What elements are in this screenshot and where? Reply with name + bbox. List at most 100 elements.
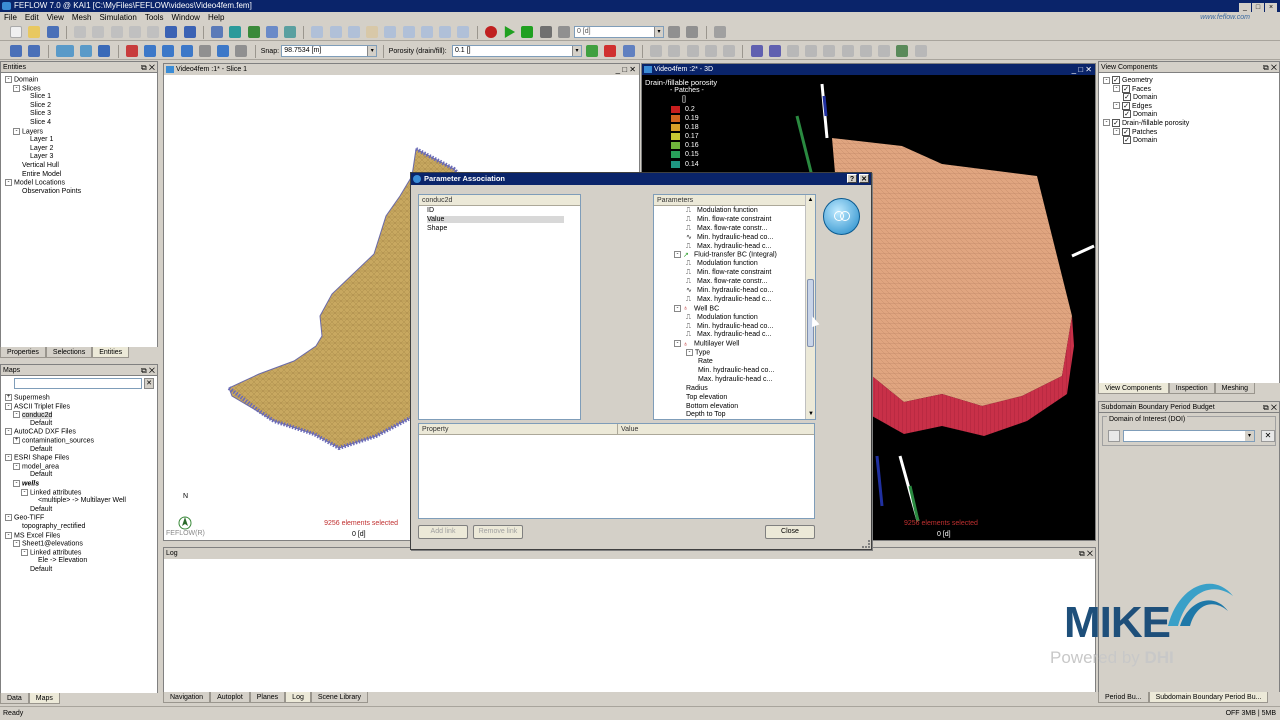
skip-end-icon[interactable] [686, 26, 699, 38]
parameter-item[interactable]: Bottom elevation [654, 403, 815, 412]
menu-tools[interactable]: Tools [141, 12, 168, 24]
view-components-tab-0[interactable]: View Components [1098, 383, 1169, 394]
slice-view-controls[interactable]: _ □ ✕ [616, 64, 636, 75]
parameter-item[interactable]: ⎍ Min. flow-rate constraint [654, 269, 815, 278]
refresh-icon[interactable] [283, 26, 296, 38]
parameter-item[interactable]: ⎍ Max. hydraulic-head c... [654, 243, 815, 252]
expander-icon[interactable]: + [13, 436, 20, 444]
expander-icon[interactable]: - [1103, 76, 1110, 84]
expander-icon[interactable]: - [1113, 102, 1120, 110]
parameter-item[interactable]: ⎍ Max. hydraulic-head c... [654, 296, 815, 305]
expander-icon[interactable]: - [21, 488, 28, 496]
entity-tree-item[interactable]: Slice 3 [5, 110, 157, 119]
invert-icon[interactable] [235, 45, 248, 57]
grid-select-icon[interactable] [144, 45, 157, 57]
deselect-icon[interactable] [28, 45, 41, 57]
map-tree-item[interactable]: - Linked attributes [5, 488, 157, 498]
brush-icon[interactable] [217, 45, 230, 57]
map-tree-item[interactable]: - ESRI Shape Files [5, 454, 157, 463]
bottom-tab-4[interactable]: Scene Library [310, 692, 369, 703]
expander-icon[interactable]: - [1113, 85, 1120, 93]
source-attribute-item[interactable]: ID [419, 207, 580, 216]
view-component-item[interactable]: - ✓ Patches [1103, 127, 1279, 137]
panel-controls[interactable]: ⧉ ✕ [1263, 402, 1277, 413]
close-button[interactable]: Close [765, 525, 815, 539]
feature-e-icon[interactable] [823, 45, 836, 57]
tools-icon[interactable] [713, 26, 726, 38]
entity-tree-item[interactable]: Layer 2 [5, 145, 157, 154]
parameter-item[interactable]: ⎍ Max. hydraulic-head c... [654, 331, 815, 340]
map-tree-item[interactable]: - model_area [5, 462, 157, 472]
expander-icon[interactable]: - [21, 548, 28, 556]
visibility-checkbox[interactable]: ✓ [1122, 84, 1130, 93]
pause-icon[interactable] [521, 26, 534, 38]
menu-file[interactable]: File [0, 12, 21, 24]
entity-tree-item[interactable]: - Domain [5, 76, 157, 85]
expander-icon[interactable]: - [13, 479, 20, 487]
parameters-list[interactable]: Parameters ⎍ Modulation function ⎍ Min. flo… [653, 194, 816, 420]
entity-tree-item[interactable]: Layer 1 [5, 136, 157, 145]
clear-filter-icon[interactable]: ✕ [144, 378, 154, 389]
visibility-checkbox[interactable]: ✓ [1122, 127, 1130, 136]
map-tree-item[interactable]: <multiple> -> Multilayer Well [5, 497, 157, 506]
export-icon[interactable] [147, 26, 160, 38]
visibility-checkbox[interactable]: ✓ [1122, 101, 1130, 110]
expander-icon[interactable]: - [674, 304, 681, 312]
scroll-thumb[interactable] [807, 279, 814, 347]
menu-window[interactable]: Window [168, 12, 204, 24]
expander-icon[interactable]: - [674, 340, 681, 348]
selection-mode-icon[interactable] [80, 45, 93, 57]
source-attribute-item[interactable]: Value [419, 215, 580, 225]
entities-tab-2[interactable]: Entities [92, 347, 130, 358]
parameter-value-combo[interactable]: 0.1 [] ▾ [451, 45, 582, 57]
add-link-button[interactable]: Add link [418, 525, 468, 539]
bottom-tab-3[interactable]: Log [285, 692, 311, 703]
record-icon[interactable] [484, 26, 497, 38]
parameter-item[interactable]: - Type [654, 349, 815, 358]
parameter-item[interactable]: Top elevation [654, 394, 815, 403]
view-component-item[interactable]: - ✓ Drain-/fillable porosity [1103, 118, 1279, 128]
panel-controls[interactable]: ⧉ ✕ [141, 62, 155, 73]
map-tree-item[interactable]: Default [5, 446, 157, 455]
map-tree-item[interactable]: - Geo-TIFF [5, 514, 157, 523]
entity-tree-item[interactable]: Entire Model [5, 171, 157, 180]
zoom-out-icon[interactable] [329, 26, 342, 38]
feature-b-icon[interactable] [768, 45, 781, 57]
budget-tab-1[interactable]: Subdomain Boundary Period Bu... [1148, 692, 1269, 703]
panel-controls[interactable]: ⧉ ✕ [1079, 548, 1093, 559]
source-attribute-list[interactable]: conduc2d ID Value Shape [418, 194, 581, 420]
expander-icon[interactable]: - [13, 462, 20, 470]
help-button[interactable]: ? [847, 174, 857, 183]
view-components-tab-1[interactable]: Inspection [1168, 383, 1215, 394]
parameter-item[interactable]: - ↗ Fluid-transfer BC (Integral) [654, 251, 815, 260]
feature-j-icon[interactable] [914, 45, 927, 57]
entity-tree-item[interactable]: Slice 1 [5, 93, 157, 102]
view-component-item[interactable]: ✓ Domain [1103, 136, 1279, 145]
expander-icon[interactable]: - [5, 76, 12, 83]
map-tree-item[interactable]: - AutoCAD DXF Files [5, 428, 157, 437]
entity-tree-item[interactable]: Slice 2 [5, 102, 157, 111]
menu-view[interactable]: View [43, 12, 68, 24]
step-forward-icon[interactable] [668, 26, 681, 38]
parameter-item[interactable]: Depth to Top [654, 411, 815, 419]
map-tree-item[interactable]: - Sheet1@elevations [5, 540, 157, 549]
maximize-button[interactable]: □ [1252, 3, 1264, 12]
map-tree-item[interactable]: - MS Excel Files [5, 531, 157, 541]
draw-mode-icon[interactable] [55, 45, 74, 57]
parameter-item[interactable]: ⎍ Max. flow-rate constr... [654, 225, 815, 234]
map-tree-item[interactable]: Default [5, 566, 157, 575]
parameter-item[interactable]: ⎍ Modulation function [654, 207, 815, 216]
feature-h-icon[interactable] [878, 45, 891, 57]
parameter-item[interactable]: ∿ Min. hydraulic-head co... [654, 234, 815, 243]
polygon-select-icon[interactable] [162, 45, 175, 57]
menu-edit[interactable]: Edit [21, 12, 43, 24]
parameter-item[interactable]: Radius [654, 385, 815, 394]
pan-icon[interactable] [229, 26, 242, 38]
parameter-item[interactable]: ⎍ Modulation function [654, 260, 815, 269]
view-components-tab-2[interactable]: Meshing [1214, 383, 1256, 394]
expander-icon[interactable]: - [5, 454, 12, 462]
open-folder-icon[interactable] [28, 26, 41, 38]
entity-tree-item[interactable]: Observation Points [5, 188, 157, 197]
new-file-icon[interactable] [10, 26, 23, 38]
maps-tab-0[interactable]: Data [0, 693, 29, 704]
